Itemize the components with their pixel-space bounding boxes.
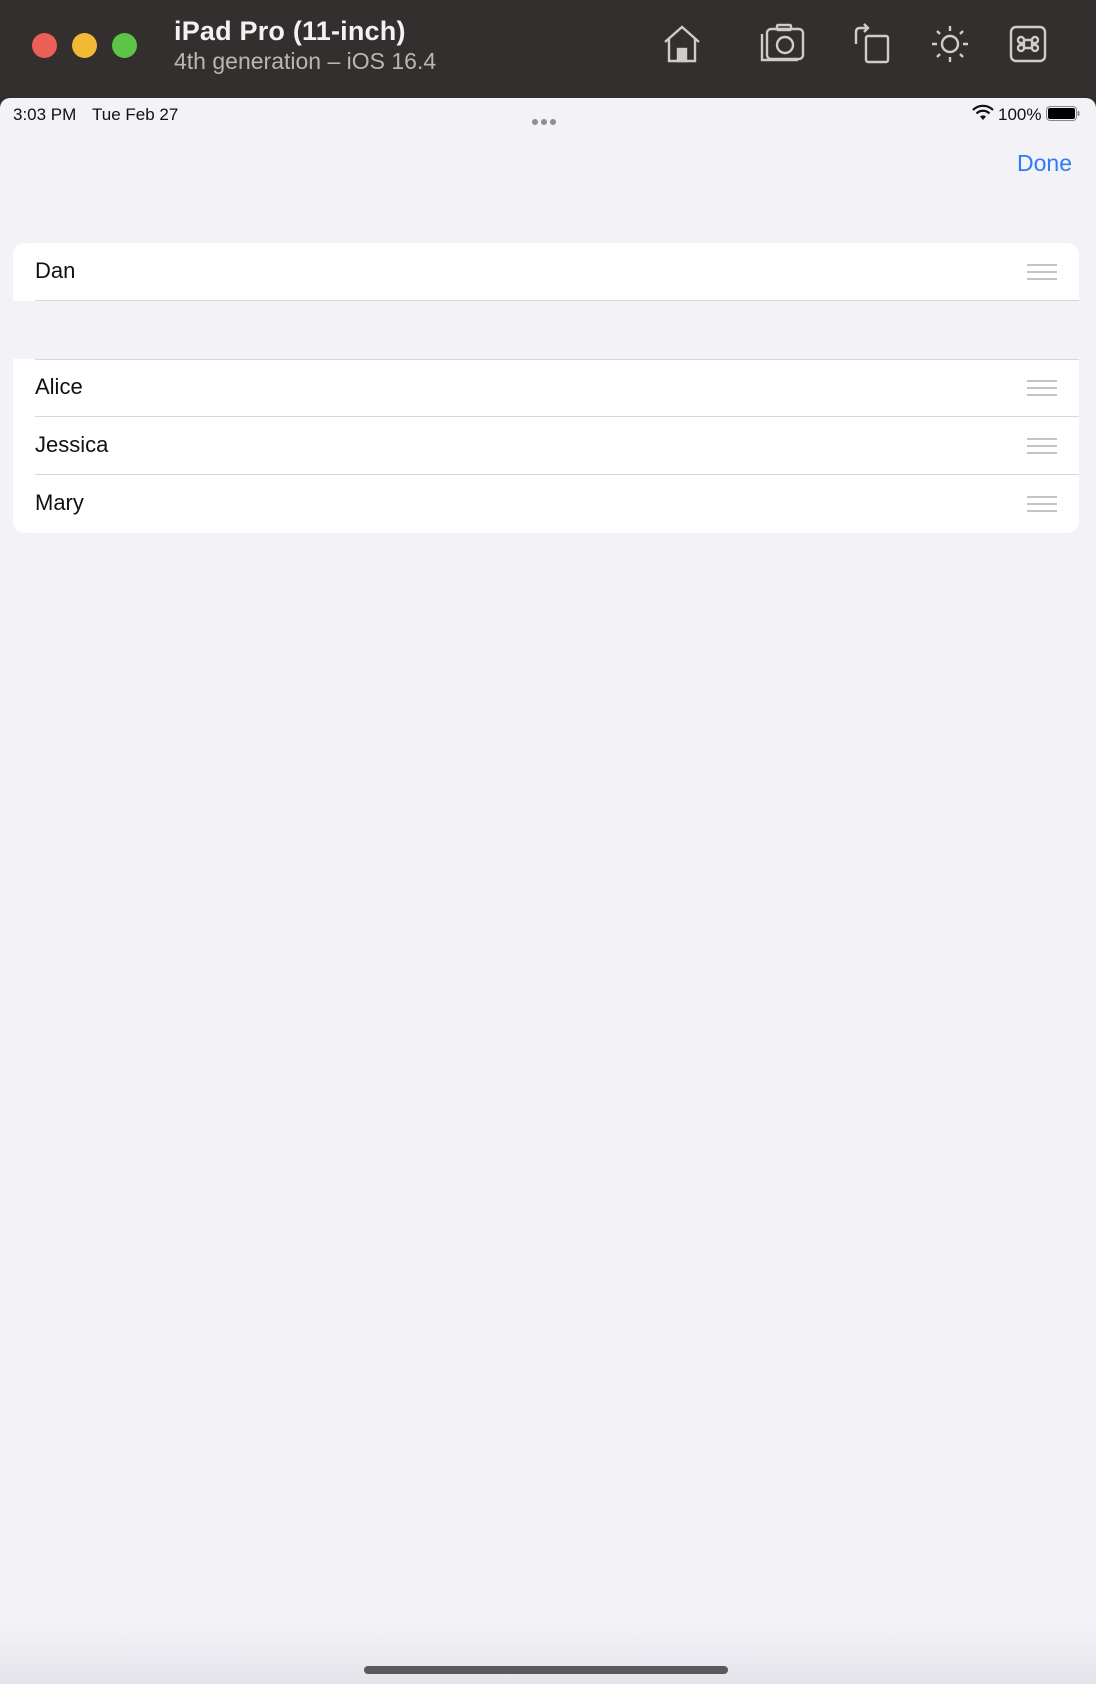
ipad-screen: 3:03 PM Tue Feb 27 100% Done Dan Alice J…: [0, 98, 1096, 1684]
list-item-label: Jessica: [35, 432, 109, 457]
list-section-2: Alice Jessica Mary: [13, 359, 1079, 533]
simulator-titlebar: iPad Pro (11-inch) 4th generation – iOS …: [0, 0, 1096, 98]
list-item-label: Dan: [35, 258, 76, 283]
done-button[interactable]: Done: [1017, 150, 1072, 177]
list-item-label: Mary: [35, 490, 84, 515]
status-date: Tue Feb 27: [92, 105, 179, 124]
reorder-handle-icon[interactable]: [1027, 496, 1057, 512]
status-bar: 3:03 PM Tue Feb 27 100%: [0, 98, 1096, 128]
list-item[interactable]: Jessica: [13, 417, 1079, 475]
battery-percentage: 100%: [998, 105, 1042, 124]
reorder-handle-icon[interactable]: [1027, 264, 1057, 280]
list-item[interactable]: Mary: [13, 475, 1079, 533]
home-icon[interactable]: [660, 22, 704, 66]
list-item-label: Alice: [35, 374, 83, 399]
reorder-handle-icon[interactable]: [1027, 438, 1057, 454]
list-item[interactable]: Alice: [13, 359, 1079, 417]
home-indicator[interactable]: [364, 1666, 728, 1674]
list-section-1: Dan: [13, 243, 1079, 301]
window-zoom-button[interactable]: [112, 33, 137, 58]
screenshot-icon[interactable]: [758, 22, 806, 66]
list-item[interactable]: Dan: [13, 243, 1079, 301]
wifi-icon: [972, 104, 994, 122]
row-separator: [35, 300, 1079, 301]
bottom-shade: [0, 1624, 1096, 1684]
device-name: iPad Pro (11-inch): [174, 16, 406, 46]
status-time: 3:03 PM: [13, 105, 77, 124]
device-subtitle: 4th generation – iOS 16.4: [174, 48, 437, 74]
battery-icon: [1046, 106, 1080, 121]
window-close-button[interactable]: [32, 33, 57, 58]
multitasking-dots-icon[interactable]: [532, 110, 560, 125]
rotate-icon[interactable]: [850, 22, 894, 66]
window-minimize-button[interactable]: [72, 33, 97, 58]
reorder-handle-icon[interactable]: [1027, 380, 1057, 396]
brightness-icon[interactable]: [928, 22, 972, 66]
command-icon[interactable]: [1006, 22, 1050, 66]
